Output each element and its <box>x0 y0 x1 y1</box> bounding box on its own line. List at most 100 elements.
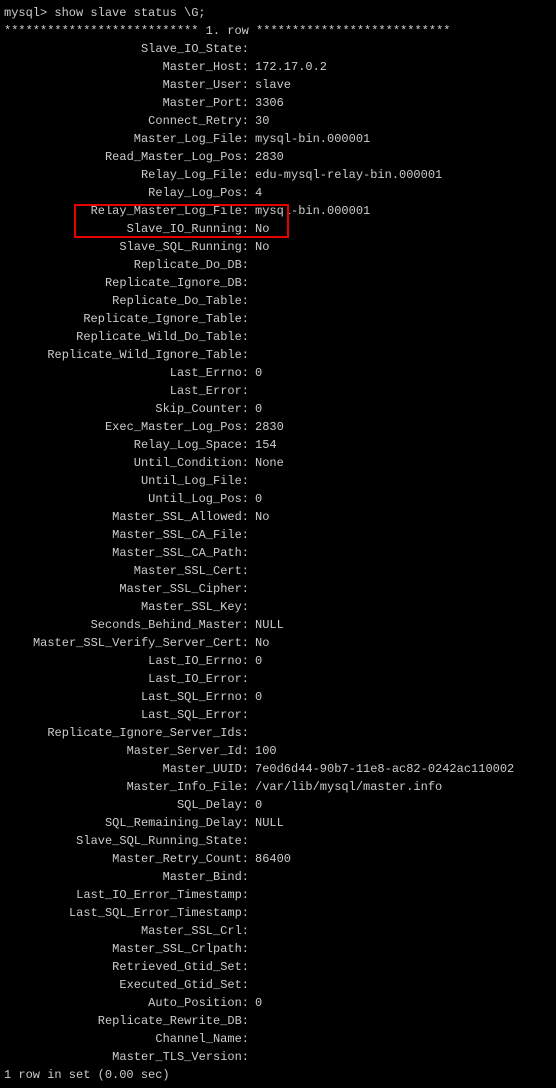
status-row: Retrieved_Gtid_Set: <box>4 958 552 976</box>
status-row: Master_SSL_Cipher: <box>4 580 552 598</box>
status-row: Slave_SQL_Running:No <box>4 238 552 256</box>
status-label: Last_Errno: <box>4 364 249 382</box>
status-label: Replicate_Do_DB: <box>4 256 249 274</box>
status-label: Master_UUID: <box>4 760 249 778</box>
status-row: Executed_Gtid_Set: <box>4 976 552 994</box>
status-label: Slave_SQL_Running_State: <box>4 832 249 850</box>
status-label: Replicate_Do_Table: <box>4 292 249 310</box>
status-value <box>249 526 255 544</box>
status-label: Master_SSL_Verify_Server_Cert: <box>4 634 249 652</box>
status-row: Replicate_Do_DB: <box>4 256 552 274</box>
status-row: Master_SSL_CA_Path: <box>4 544 552 562</box>
status-row: Master_SSL_Crlpath: <box>4 940 552 958</box>
status-row: Master_Info_File:/var/lib/mysql/master.i… <box>4 778 552 796</box>
status-label: Master_SSL_Crlpath: <box>4 940 249 958</box>
status-row: Relay_Master_Log_File:mysql-bin.000001 <box>4 202 552 220</box>
status-value: 0 <box>249 796 262 814</box>
status-row: Relay_Log_File:edu-mysql-relay-bin.00000… <box>4 166 552 184</box>
status-row: Exec_Master_Log_Pos:2830 <box>4 418 552 436</box>
status-row: Master_SSL_Crl: <box>4 922 552 940</box>
status-value <box>249 706 255 724</box>
status-row: Seconds_Behind_Master:NULL <box>4 616 552 634</box>
status-label: Master_SSL_Allowed: <box>4 508 249 526</box>
status-row: Slave_SQL_Running_State: <box>4 832 552 850</box>
status-label: Executed_Gtid_Set: <box>4 976 249 994</box>
status-label: Last_IO_Error_Timestamp: <box>4 886 249 904</box>
status-label: Master_SSL_CA_Path: <box>4 544 249 562</box>
status-value: 4 <box>249 184 262 202</box>
status-row: Master_Log_File:mysql-bin.000001 <box>4 130 552 148</box>
status-label: Master_SSL_CA_File: <box>4 526 249 544</box>
status-value <box>249 346 255 364</box>
status-row: Until_Log_Pos:0 <box>4 490 552 508</box>
status-row: Replicate_Ignore_Table: <box>4 310 552 328</box>
status-value <box>249 328 255 346</box>
status-label: Replicate_Ignore_Server_Ids: <box>4 724 249 742</box>
status-label: Master_TLS_Version: <box>4 1048 249 1066</box>
status-value <box>249 1012 255 1030</box>
status-label: SQL_Delay: <box>4 796 249 814</box>
status-row: Master_User:slave <box>4 76 552 94</box>
status-label: Master_Log_File: <box>4 130 249 148</box>
status-label: Seconds_Behind_Master: <box>4 616 249 634</box>
status-row: Master_SSL_Verify_Server_Cert:No <box>4 634 552 652</box>
status-value <box>249 256 255 274</box>
status-label: Master_Info_File: <box>4 778 249 796</box>
status-row: Master_SSL_CA_File: <box>4 526 552 544</box>
status-row: Slave_IO_State: <box>4 40 552 58</box>
status-row: Last_Error: <box>4 382 552 400</box>
status-row: Slave_IO_Running:No <box>4 220 552 238</box>
status-value <box>249 562 255 580</box>
status-label: Master_SSL_Key: <box>4 598 249 616</box>
command-prompt: mysql> show slave status \G; <box>4 4 552 22</box>
status-row: SQL_Delay:0 <box>4 796 552 814</box>
status-label: Master_SSL_Crl: <box>4 922 249 940</box>
status-value: 7e0d6d44-90b7-11e8-ac82-0242ac110002 <box>249 760 514 778</box>
status-label: Master_Host: <box>4 58 249 76</box>
status-label: Relay_Log_File: <box>4 166 249 184</box>
status-label: Slave_SQL_Running: <box>4 238 249 256</box>
status-value <box>249 598 255 616</box>
status-value: 154 <box>249 436 277 454</box>
status-value <box>249 922 255 940</box>
status-label: Relay_Master_Log_File: <box>4 202 249 220</box>
status-row: Auto_Position:0 <box>4 994 552 1012</box>
status-label: Relay_Log_Space: <box>4 436 249 454</box>
status-label: Last_SQL_Error_Timestamp: <box>4 904 249 922</box>
status-label: Last_Error: <box>4 382 249 400</box>
status-value <box>249 1048 255 1066</box>
status-row: Last_SQL_Error: <box>4 706 552 724</box>
status-value <box>249 724 255 742</box>
status-value: 2830 <box>249 148 284 166</box>
status-value: slave <box>249 76 291 94</box>
status-row: Channel_Name: <box>4 1030 552 1048</box>
status-label: Master_User: <box>4 76 249 94</box>
status-row: Master_Bind: <box>4 868 552 886</box>
status-label: SQL_Remaining_Delay: <box>4 814 249 832</box>
status-value: 3306 <box>249 94 284 112</box>
status-value: 0 <box>249 652 262 670</box>
status-value: 0 <box>249 490 262 508</box>
status-value <box>249 976 255 994</box>
status-value: 100 <box>249 742 277 760</box>
status-row: Last_IO_Error_Timestamp: <box>4 886 552 904</box>
status-label: Until_Log_File: <box>4 472 249 490</box>
status-value <box>249 472 255 490</box>
status-label: Connect_Retry: <box>4 112 249 130</box>
status-value: 0 <box>249 400 262 418</box>
status-label: Until_Condition: <box>4 454 249 472</box>
status-row: Master_Retry_Count:86400 <box>4 850 552 868</box>
status-row: Replicate_Rewrite_DB: <box>4 1012 552 1030</box>
status-value: None <box>249 454 284 472</box>
status-row: Last_SQL_Error_Timestamp: <box>4 904 552 922</box>
status-value <box>249 670 255 688</box>
status-value: 30 <box>249 112 269 130</box>
status-row: Relay_Log_Space:154 <box>4 436 552 454</box>
status-value: mysql-bin.000001 <box>249 202 370 220</box>
status-label: Skip_Counter: <box>4 400 249 418</box>
status-label: Last_SQL_Errno: <box>4 688 249 706</box>
status-row: Master_Host:172.17.0.2 <box>4 58 552 76</box>
status-row: Read_Master_Log_Pos:2830 <box>4 148 552 166</box>
status-value: 2830 <box>249 418 284 436</box>
status-value <box>249 832 255 850</box>
